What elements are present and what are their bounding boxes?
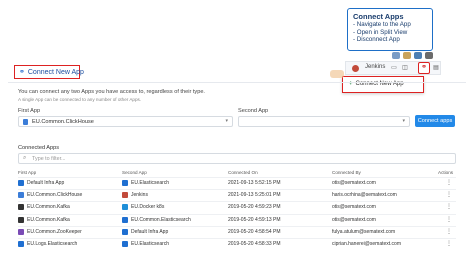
second-app-link[interactable]: EU.Elasticsearch bbox=[131, 180, 169, 186]
first-app-link[interactable]: Default Infra App bbox=[27, 180, 64, 186]
top-icon-strip bbox=[346, 51, 440, 61]
more-actions-icon[interactable]: ⋮ bbox=[446, 203, 452, 210]
row-divider bbox=[18, 213, 456, 215]
table-row[interactable]: EU.Common.Kafka EU.Docker k8s 2019-05-20 4… bbox=[18, 203, 456, 213]
column-header[interactable]: Connected On bbox=[228, 170, 258, 175]
connected-by: haris.ocrhina@sematext.com bbox=[332, 192, 397, 199]
row-divider bbox=[18, 177, 456, 178]
connected-apps-title: Connected Apps bbox=[18, 145, 60, 151]
second-app-link[interactable]: EU.Elasticsearch bbox=[131, 241, 169, 247]
callout-title: Connect Apps bbox=[353, 12, 404, 21]
connected-by: ciprian.hanerei@sematext.com bbox=[332, 241, 401, 247]
connected-on: 2019-05-20 4:59:23 PM bbox=[228, 204, 281, 211]
more-icon[interactable]: ▤ bbox=[432, 64, 440, 72]
second-app-icon bbox=[122, 180, 128, 186]
connected-on: 2019-05-20 4:59:13 PM bbox=[228, 216, 281, 223]
app-icon[interactable] bbox=[403, 52, 411, 59]
first-app-link[interactable]: EU.Common.ClickHouse bbox=[27, 192, 82, 198]
app-icon[interactable] bbox=[425, 52, 433, 59]
connected-by: otis@sematext.com bbox=[332, 204, 376, 211]
connected-on: 2021-09-13 5:25:01 PM bbox=[228, 192, 281, 199]
callout-line: - Open in Split View bbox=[353, 28, 408, 36]
second-app-icon bbox=[122, 204, 128, 211]
connect-new-app-menu-item[interactable]: + Connect New App bbox=[342, 76, 424, 93]
row-divider bbox=[18, 189, 456, 191]
second-app-link[interactable]: EU.Common.Elasticsearch bbox=[131, 217, 191, 223]
annotation-callout: Connect Apps - Navigate to the App - Ope… bbox=[347, 8, 433, 51]
more-actions-icon[interactable]: ⋮ bbox=[446, 179, 452, 186]
column-header[interactable]: Second App bbox=[122, 170, 147, 175]
divider bbox=[8, 82, 466, 83]
split-view-icon[interactable]: ▭ bbox=[390, 64, 398, 72]
window-icon[interactable]: ◫ bbox=[401, 64, 409, 72]
table-row[interactable]: Default Infra App EU.Elasticsearch 2021-09… bbox=[18, 179, 456, 189]
heading-label: Connect New App bbox=[27, 69, 84, 76]
second-app-icon bbox=[122, 192, 128, 199]
app-name: Jenkins bbox=[365, 64, 386, 70]
row-divider bbox=[18, 225, 456, 227]
table-row[interactable]: EU.Common.ZooKeeper Default Infra App 2019… bbox=[18, 228, 456, 238]
link-icon: ⚭ bbox=[19, 69, 25, 76]
jenkins-avatar-icon bbox=[352, 65, 359, 72]
second-app-link[interactable]: Default Infra App bbox=[131, 229, 168, 235]
second-app-link[interactable]: EU.Docker k8s bbox=[131, 204, 164, 210]
sub-description: A single App can be connected to any num… bbox=[18, 97, 142, 102]
table-row[interactable]: EU.Common.Kafka EU.Common.Elasticsearch 20… bbox=[18, 216, 456, 226]
first-app-icon bbox=[18, 241, 24, 247]
second-app-icon bbox=[122, 228, 128, 235]
connected-by: fulya.atulum@sematext.com bbox=[332, 228, 396, 235]
first-app-value: EU.Common.ClickHouse bbox=[32, 119, 94, 125]
connect-new-app-heading: ⚭ Connect New App bbox=[14, 65, 84, 79]
connected-by: otis@sematext.com bbox=[332, 216, 376, 223]
callout-line: - Navigate to the App bbox=[353, 21, 411, 28]
column-header: Actions bbox=[438, 170, 454, 175]
first-app-link[interactable]: EU.Common.ZooKeeper bbox=[27, 229, 82, 235]
filter-placeholder: Type to filter... bbox=[32, 156, 66, 162]
connect-apps-button[interactable]: Connect apps bbox=[415, 115, 455, 127]
second-app-icon bbox=[122, 241, 128, 247]
row-divider bbox=[18, 201, 456, 203]
more-actions-icon[interactable]: ⋮ bbox=[446, 216, 452, 223]
app-icon[interactable] bbox=[392, 52, 400, 59]
first-app-icon bbox=[18, 228, 24, 235]
first-app-link[interactable]: EU.Common.Kafka bbox=[27, 217, 70, 223]
more-actions-icon[interactable]: ⋮ bbox=[446, 240, 452, 247]
clickhouse-icon bbox=[23, 119, 28, 125]
second-app-label: Second App bbox=[238, 108, 269, 114]
first-app-icon bbox=[18, 180, 24, 186]
filter-input[interactable]: ⌕ Type to filter... bbox=[18, 153, 456, 164]
app-icon[interactable] bbox=[414, 52, 422, 59]
search-icon: ⌕ bbox=[23, 155, 27, 161]
second-app-icon bbox=[122, 216, 128, 223]
connect-apps-link-icon[interactable]: ⚭ bbox=[418, 62, 430, 74]
decoration bbox=[330, 70, 344, 78]
column-header[interactable]: First App bbox=[18, 170, 36, 175]
row-divider bbox=[18, 238, 456, 239]
connected-on: 2021-09-13 5:52:15 PM bbox=[228, 180, 281, 186]
second-app-select[interactable]: ▾ bbox=[238, 116, 410, 127]
table-row[interactable]: EU.Common.ClickHouse Jenkins 2021-09-13 5:… bbox=[18, 191, 456, 201]
app-toolbar: Jenkins ▭ ◫ ⚭ ▤ bbox=[345, 61, 441, 75]
more-actions-icon[interactable]: ⋮ bbox=[446, 228, 452, 235]
first-app-select[interactable]: EU.Common.ClickHouse ▾ bbox=[18, 116, 233, 127]
first-app-icon bbox=[18, 216, 24, 223]
callout-line: - Disconnect App bbox=[353, 36, 400, 44]
more-actions-icon[interactable]: ⋮ bbox=[446, 191, 452, 198]
first-app-link[interactable]: EU.Logs.Elasticsearch bbox=[27, 241, 77, 247]
first-app-icon bbox=[18, 204, 24, 211]
second-app-link[interactable]: Jenkins bbox=[131, 192, 148, 198]
first-app-link[interactable]: EU.Common.Kafka bbox=[27, 204, 70, 210]
table-row[interactable]: EU.Logs.Elasticsearch EU.Elasticsearch 201… bbox=[18, 240, 456, 250]
connected-by: otis@sematext.com bbox=[332, 180, 376, 186]
first-app-icon bbox=[18, 192, 24, 199]
connected-on: 2019-05-20 4:58:33 PM bbox=[228, 241, 281, 247]
connected-on: 2019-05-20 4:58:54 PM bbox=[228, 228, 281, 235]
column-header[interactable]: Connected By bbox=[332, 170, 361, 175]
chevron-down-icon: ▾ bbox=[225, 118, 228, 124]
chevron-down-icon: ▾ bbox=[402, 118, 405, 124]
description: You can connect any two Apps you have ac… bbox=[18, 89, 205, 95]
first-app-label: First App bbox=[18, 108, 41, 114]
